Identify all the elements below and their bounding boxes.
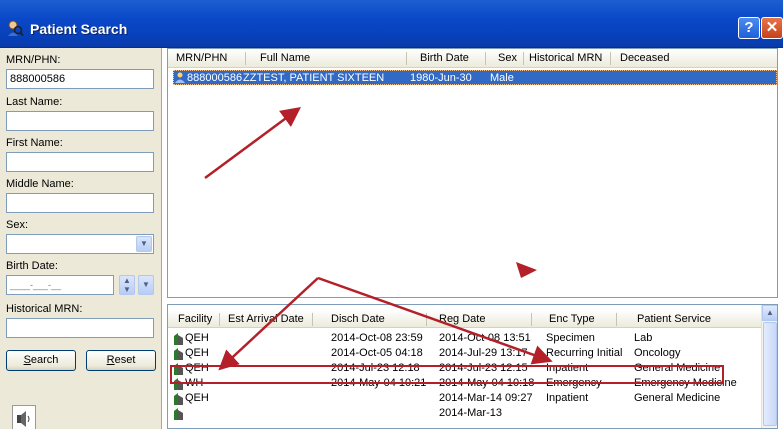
last-name-label: Last Name: [6,96,63,108]
column-header-disch-date[interactable]: Disch Date [331,313,385,325]
facility-icon [174,393,183,405]
results-header: MRN/PHN Full Name Birth Date Sex Histori… [168,49,777,68]
cell-enc-type: Inpatient [546,392,589,404]
cell-disch-date: 2014-Oct-08 23:59 [331,332,423,344]
column-header-sex[interactable]: Sex [498,52,517,64]
cell-enc-type: Specimen [546,332,595,344]
cell-reg-date: 2014-Mar-14 09:27 [439,392,533,404]
cell-facility: QEH [185,347,209,359]
facility-icon [174,363,183,375]
column-header-mrn[interactable]: MRN/PHN [176,52,227,64]
table-row[interactable]: QEH 2014-Jul-23 12:18 2014-Jul-23 12:15 … [168,362,763,376]
scroll-thumb[interactable] [763,322,777,426]
cell-facility: QEH [185,362,209,374]
cell-disch-date: 2014-May-04 10:21 [331,377,427,389]
help-button[interactable]: ? [738,17,760,39]
patient-search-icon [8,20,24,37]
facility-icon [174,378,183,390]
cell-mrn: 888000586 [187,72,243,84]
table-row[interactable]: 2014-Mar-13 [168,407,763,421]
speaker-icon[interactable] [12,405,36,429]
cell-facility: WH [185,377,204,389]
sex-select[interactable]: ▼ [6,234,154,254]
column-header-reg-date[interactable]: Reg Date [439,313,485,325]
cell-enc-type: Emergency [546,377,602,389]
column-header-birth-date[interactable]: Birth Date [420,52,469,64]
window-title: Patient Search [30,21,128,37]
middle-name-label: Middle Name: [6,178,74,190]
search-button-label: earch [30,354,59,366]
cell-reg-date: 2014-Mar-13 [439,407,502,419]
cell-full-name: ZZTEST, PATIENT SIXTEEN [243,72,385,84]
search-panel: MRN/PHN: 888000586 Last Name: First Name… [0,48,162,429]
table-row[interactable]: 888000586 ZZTEST, PATIENT SIXTEEN 1980-J… [173,70,777,85]
table-row[interactable]: QEH 2014-Oct-08 23:59 2014-Oct-08 13:51 … [168,332,763,346]
cell-reg-date: 2014-Jul-29 13:17 [439,347,528,359]
reset-button-label: eset [114,354,136,366]
cell-enc-type: Inpatient [546,362,589,374]
table-row[interactable]: WH 2014-May-04 10:21 2014-May-04 10:18 E… [168,377,763,391]
historical-mrn-input[interactable] [6,318,154,338]
cell-facility: QEH [185,392,209,404]
birth-date-label: Birth Date: [6,260,58,272]
cell-facility: QEH [185,332,209,344]
column-header-historical-mrn[interactable]: Historical MRN [529,52,602,64]
patient-results-list[interactable]: MRN/PHN Full Name Birth Date Sex Histori… [167,48,778,298]
cell-reg-date: 2014-Oct-08 13:51 [439,332,531,344]
cell-patient-service: Oncology [634,347,681,359]
search-button[interactable]: Search [6,350,76,371]
birth-date-input[interactable]: ____-___-__ [6,275,114,295]
cell-reg-date: 2014-May-04 10:18 [439,377,535,389]
title-bar: Patient Search ? ✕ [0,0,783,48]
column-header-enc-type[interactable]: Enc Type [549,313,595,325]
reset-button[interactable]: Reset [86,350,156,371]
cell-sex: Male [490,72,514,84]
close-button[interactable]: ✕ [761,17,783,39]
first-name-label: First Name: [6,137,63,149]
facility-icon [174,333,183,345]
middle-name-input[interactable] [6,193,154,213]
vertical-scrollbar[interactable]: ▲ [761,305,777,428]
cell-patient-service: General Medicine [634,362,721,374]
cell-disch-date: 2014-Jul-23 12:18 [331,362,420,374]
cell-reg-date: 2014-Jul-23 12:15 [439,362,528,374]
calendar-dropdown-icon[interactable]: ▼ [138,275,154,295]
column-header-est-arrival[interactable]: Est Arrival Date [228,313,304,325]
patient-icon [175,72,185,83]
scroll-up-icon[interactable]: ▲ [762,305,777,321]
cell-birth-date: 1980-Jun-30 [410,72,472,84]
cell-patient-service: Emergency Medicine [634,377,737,389]
cell-patient-service: Lab [634,332,653,344]
first-name-input[interactable] [6,152,154,172]
column-header-deceased[interactable]: Deceased [620,52,670,64]
historical-mrn-label: Historical MRN: [6,303,83,315]
column-header-full-name[interactable]: Full Name [260,52,310,64]
facility-icon [174,348,183,360]
column-header-patient-service[interactable]: Patient Service [637,313,711,325]
date-spinner[interactable]: ▲ ▼ [119,275,135,295]
reset-button-mnemonic: R [106,354,115,366]
encounter-header: Facility Est Arrival Date Disch Date Reg… [168,310,763,328]
mrn-label: MRN/PHN: [6,54,61,66]
cell-disch-date: 2014-Oct-05 04:18 [331,347,423,359]
table-row[interactable]: QEH 2014-Mar-14 09:27 Inpatient General … [168,392,763,406]
cell-enc-type: Recurring Initial [546,347,623,359]
column-header-facility[interactable]: Facility [178,313,212,325]
cell-patient-service: General Medicine [634,392,721,404]
mrn-input[interactable]: 888000586 [6,69,154,89]
chevron-down-icon[interactable]: ▼ [136,236,152,252]
sex-label: Sex: [6,219,29,231]
last-name-input[interactable] [6,111,154,131]
table-row[interactable]: QEH 2014-Oct-05 04:18 2014-Jul-29 13:17 … [168,347,763,361]
encounter-list[interactable]: Facility Est Arrival Date Disch Date Reg… [167,304,778,429]
facility-icon [174,408,183,420]
search-button-mnemonic: S [23,354,31,366]
